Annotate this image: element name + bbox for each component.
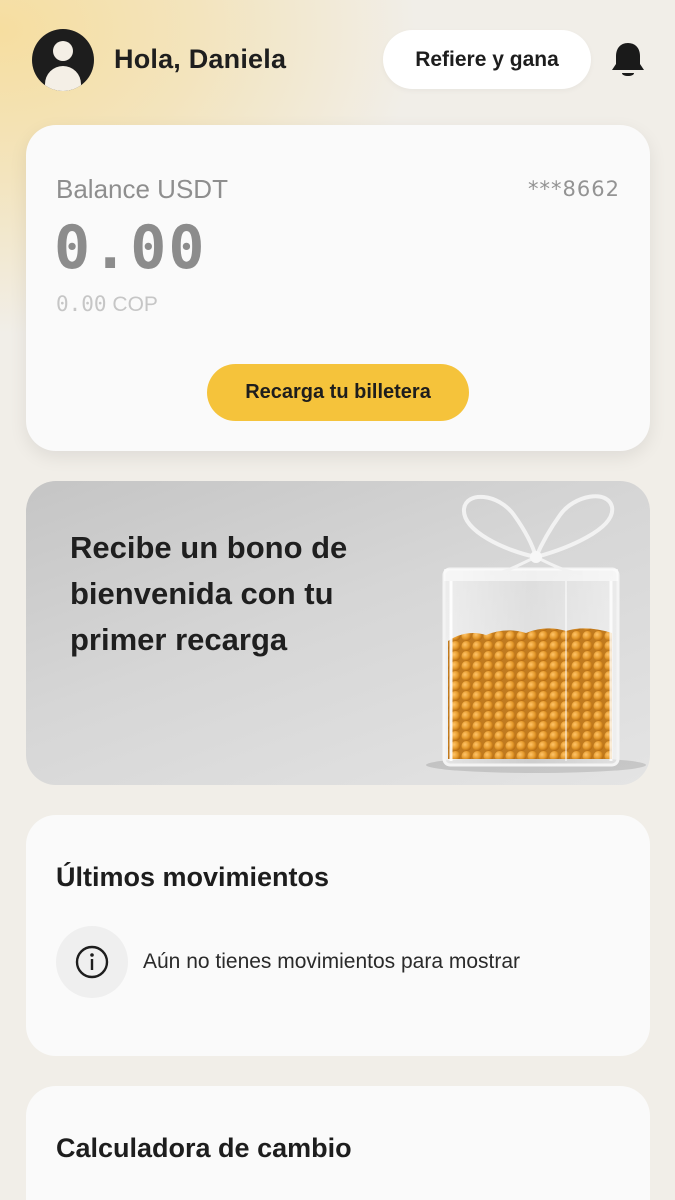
balance-card: Balance USDT ***8662 0.00 0.00 COP Recar… xyxy=(26,125,650,451)
header: Hola, Daniela Refiere y gana xyxy=(0,0,675,120)
balance-cop-currency: COP xyxy=(112,293,158,316)
recharge-wallet-button[interactable]: Recarga tu billetera xyxy=(207,364,469,421)
info-icon xyxy=(56,926,128,998)
balance-cop: 0.00 COP xyxy=(56,292,158,317)
exchange-calculator-card: Calculadora de cambio xyxy=(26,1086,650,1200)
account-number-masked: ***8662 xyxy=(528,177,620,201)
avatar-head xyxy=(53,41,73,61)
avatar-body xyxy=(45,66,81,91)
greeting-text: Hola, Daniela xyxy=(114,44,287,74)
recent-movements-title: Últimos movimientos xyxy=(56,862,330,892)
refer-and-earn-button[interactable]: Refiere y gana xyxy=(383,30,591,89)
user-avatar-icon[interactable] xyxy=(32,29,94,91)
recent-movements-card: Últimos movimientos Aún no tienes movimi… xyxy=(26,815,650,1056)
promo-text: Recibe un bono de bienvenida con tu prim… xyxy=(70,530,348,657)
bell-icon[interactable] xyxy=(609,40,647,80)
balance-label: Balance USDT xyxy=(56,174,228,204)
balance-cop-amount: 0.00 xyxy=(56,292,107,316)
welcome-bonus-banner[interactable]: Recibe un bono de bienvenida con tu prim… xyxy=(26,481,650,785)
empty-movements-message: Aún no tienes movimientos para mostrar xyxy=(143,950,521,973)
gift-box-image xyxy=(426,494,646,773)
exchange-calculator-title: Calculadora de cambio xyxy=(56,1133,352,1163)
balance-amount: 0.00 xyxy=(54,213,207,283)
